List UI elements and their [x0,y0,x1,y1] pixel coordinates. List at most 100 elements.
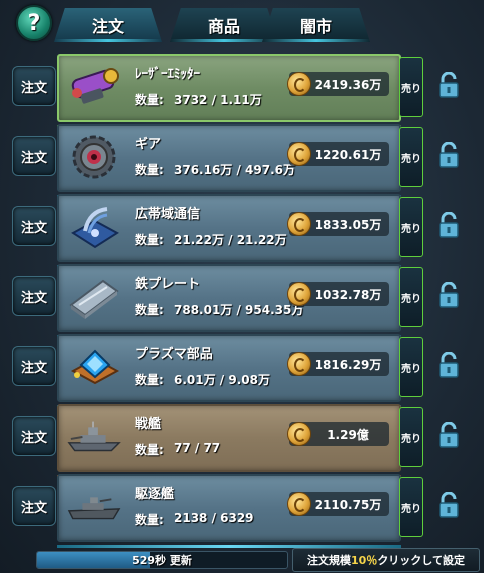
order-button-label: 注文 [20,290,47,306]
sell-button[interactable]: 売り [399,407,423,467]
price-box: 1220.61万 [287,142,389,166]
lock-icon[interactable] [438,71,460,98]
gear-icon [67,132,121,182]
sell-label: 売り [401,433,421,445]
sell-label: 売り [401,293,421,305]
coin-icon [287,492,311,516]
tab-goods[interactable]: 商品 [170,8,278,42]
qty-label: 数量: [135,93,164,107]
lock-icon[interactable] [438,491,460,518]
item-row: 注文 ギア数量: 376.16万 / 497.6万 1220.61万 売り [0,124,484,198]
order-button-label: 注文 [20,360,47,376]
item-price: 1.29億 [327,427,369,442]
help-icon: ? [27,10,41,36]
coin-icon [287,352,311,376]
order-button[interactable]: 注文 [12,206,56,246]
qty-label: 数量: [135,163,164,177]
sell-label: 売り [401,503,421,515]
item-name: プラズマ部品 [135,347,213,362]
qty-label: 数量: [135,373,164,387]
qty-label: 数量: [135,233,164,247]
item-quantity: 788.01万 / 954.35万 [174,303,304,317]
tab-order[interactable]: 注文 [54,8,162,42]
item-row: 注文 鉄プレート数量: 788.01万 / 954.35万 1032.78万 売り [0,264,484,338]
refresh-progress-bar: 529秒 更新 [36,551,288,569]
order-button-label: 注文 [20,80,47,96]
coin-icon [287,282,311,306]
order-button-label: 注文 [20,500,47,516]
price-box: 1.29億 [287,422,389,446]
order-button[interactable]: 注文 [12,486,56,526]
item-price: 1816.29万 [314,357,382,372]
lock-icon[interactable] [438,421,460,448]
item-price: 2110.75万 [314,497,382,512]
sell-button[interactable]: 売り [399,337,423,397]
destroyer-icon [67,482,121,532]
sell-button[interactable]: 売り [399,267,423,327]
order-button-label: 注文 [20,220,47,236]
order-button[interactable]: 注文 [12,416,56,456]
item-quantity: 376.16万 / 497.6万 [174,163,296,177]
lock-icon[interactable] [438,281,460,308]
sell-button[interactable]: 売り [399,57,423,117]
item-row: 注文 広帯域通信 数量: 21.22万 / 21.22万 1833.05万 売り [0,194,484,268]
price-box: 1816.29万 [287,352,389,376]
order-scale-label: 注文規模 [307,554,351,567]
coin-icon [287,142,311,166]
order-button-label: 注文 [20,430,47,446]
qty-label: 数量: [135,303,164,317]
price-box: 2110.75万 [287,492,389,516]
tab-order-label: 注文 [91,17,124,36]
tab-black-market[interactable]: 闇市 [262,8,370,42]
price-box: 1833.05万 [287,212,389,236]
qty-label: 数量: [135,513,164,527]
item-price: 1220.61万 [314,147,382,162]
item-quantity: 6.01万 / 9.08万 [174,373,270,387]
item-name: ギア [135,137,162,152]
item-card[interactable]: 駆逐艦数量: 2138 / 6329 2110.75万 [57,474,401,548]
iron-plate-icon [67,272,121,322]
item-row: 注文 駆逐艦数量: 2138 / 6329 2110.75万 売り [0,474,484,548]
broadband-comm-icon [67,202,121,252]
help-button[interactable]: ? [16,5,52,41]
price-box: 1032.78万 [287,282,389,306]
plasma-part-icon [67,342,121,392]
item-row: 注文 ﾚｰｻﾞｰｴﾐｯﾀｰ 数量: 3732 / 1.11万 2419.36万 売り [0,54,484,128]
order-scale-button[interactable]: 注文規模 10％ クリックして設定 [292,548,480,572]
order-button[interactable]: 注文 [12,276,56,316]
item-quantity: 2138 / 6329 [174,511,254,525]
item-card[interactable]: ギア数量: 376.16万 / 497.6万 1220.61万 [57,124,401,198]
sell-button[interactable]: 売り [399,127,423,187]
lock-icon[interactable] [438,211,460,238]
order-button[interactable]: 注文 [12,136,56,176]
coin-icon [287,422,311,446]
item-quantity: 3732 / 1.11万 [174,93,262,107]
item-name: 鉄プレート [135,277,201,292]
price-box: 2419.36万 [287,72,389,96]
laser-emitter-icon [67,62,121,112]
order-button[interactable]: 注文 [12,346,56,386]
item-card[interactable]: 鉄プレート数量: 788.01万 / 954.35万 1032.78万 [57,264,401,338]
order-button-label: 注文 [20,150,47,166]
sell-button[interactable]: 売り [399,197,423,257]
item-card[interactable]: 広帯域通信 数量: 21.22万 / 21.22万 1833.05万 [57,194,401,268]
item-card[interactable]: プラズマ部品 数量: 6.01万 / 9.08万 1816.29万 [57,334,401,408]
refresh-timer-text: 529秒 更新 [132,554,192,567]
order-scale-percent: 10％ [351,554,378,567]
sell-label: 売り [401,83,421,95]
sell-label: 売り [401,153,421,165]
item-name: 広帯域通信 [135,207,201,222]
item-row: 注文 戦艦 数量: 77 / 77 1.29億 売り [0,404,484,478]
order-button[interactable]: 注文 [12,66,56,106]
lock-icon[interactable] [438,141,460,168]
item-card[interactable]: 戦艦 数量: 77 / 77 1.29億 [57,404,401,478]
item-price: 1833.05万 [314,217,382,232]
item-price: 1032.78万 [314,287,382,302]
coin-icon [287,72,311,96]
lock-icon[interactable] [438,351,460,378]
item-card[interactable]: ﾚｰｻﾞｰｴﾐｯﾀｰ 数量: 3732 / 1.11万 2419.36万 [57,54,401,128]
tab-black-market-label: 闇市 [299,17,332,36]
sell-button[interactable]: 売り [399,477,423,537]
item-name: 駆逐艦 [135,487,175,502]
item-price: 2419.36万 [314,77,382,92]
